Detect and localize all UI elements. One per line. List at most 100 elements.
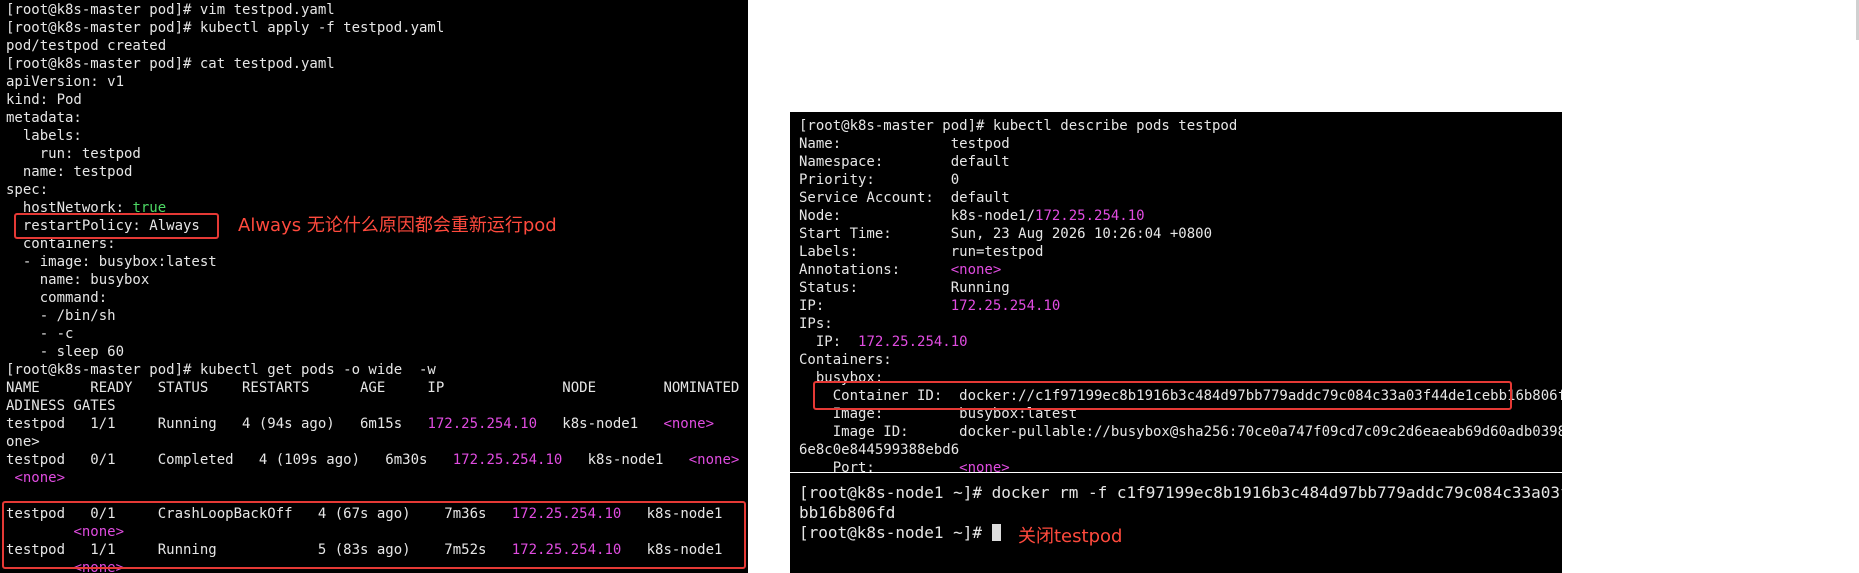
terminal-text: [root@k8s-node1 ~]# docker rm -f c1f9719…: [799, 483, 1562, 502]
terminal-line: metadata:: [6, 109, 748, 127]
terminal-line: Node: k8s-node1/172.25.254.10: [799, 207, 1562, 225]
terminal-text: IP:: [799, 298, 951, 314]
terminal-text: testpod 0/1 Completed 4 (109s ago) 6m30s: [6, 452, 453, 468]
terminal-text: apiVersion: v1: [6, 74, 125, 90]
terminal-line: run: testpod: [6, 145, 748, 163]
terminal-text: bb16b806fd: [799, 503, 896, 522]
terminal-text: Service Account: default: [799, 190, 1010, 206]
terminal-line: kind: Pod: [6, 91, 748, 109]
terminal-text: IPs:: [799, 316, 833, 332]
terminal-line: - -c: [6, 325, 748, 343]
describe-terminal[interactable]: [root@k8s-master pod]# kubectl describe …: [790, 112, 1562, 472]
terminal-text: [root@k8s-master pod]# vim testpod.yaml: [6, 2, 335, 18]
terminal-line: IP: 172.25.254.10: [799, 333, 1562, 351]
terminal-line: spec:: [6, 181, 748, 199]
ip-address: 172.25.254.10: [427, 416, 538, 432]
terminal-text: [root@k8s-node1 ~]#: [799, 523, 992, 542]
terminal-line: [root@k8s-node1 ~]#: [799, 523, 1562, 543]
terminal-line: IP: 172.25.254.10: [799, 297, 1562, 315]
terminal-text: Name: testpod: [799, 136, 1010, 152]
terminal-line: [root@k8s-master pod]# vim testpod.yaml: [6, 1, 748, 19]
terminal-line: Name: testpod: [799, 135, 1562, 153]
terminal-text: pod/testpod created: [6, 38, 167, 54]
terminal-line: Image ID: docker-pullable://busybox@sha2…: [799, 423, 1562, 441]
terminal-line: Status: Running: [799, 279, 1562, 297]
terminal-text: IP:: [799, 334, 859, 350]
terminal-line: Labels: run=testpod: [799, 243, 1562, 261]
crashloop-rows-highlight: [2, 501, 746, 569]
terminal-text: [root@k8s-master pod]# kubectl describe …: [799, 118, 1238, 134]
terminal-line: Start Time: Sun, 23 Aug 2026 10:26:04 +0…: [799, 225, 1562, 243]
terminal-line: Annotations: <none>: [799, 261, 1562, 279]
terminal-text: Namespace: default: [799, 154, 1010, 170]
terminal-line: - image: busybox:latest: [6, 253, 748, 271]
terminal-text: k8s-node1: [537, 416, 664, 432]
terminal-line: 6e8c0e844599388ebd6: [799, 441, 1562, 459]
terminal-line: <none>: [6, 469, 748, 487]
terminal-text: Annotations:: [799, 262, 951, 278]
terminal-text: - /bin/sh: [6, 308, 116, 324]
terminal-line: one>: [6, 433, 748, 451]
terminal-line: NAME READY STATUS RESTARTS AGE IP NODE N…: [6, 379, 748, 397]
terminal-text: run: testpod: [6, 146, 141, 162]
terminal-text: labels:: [6, 128, 82, 144]
terminal-text: spec:: [6, 182, 49, 198]
terminal-text: one>: [6, 434, 40, 450]
terminal-line: name: testpod: [6, 163, 748, 181]
terminal-line: pod/testpod created: [6, 37, 748, 55]
ip-address: 172.25.254.10: [1035, 208, 1145, 224]
terminal-line: Namespace: default: [799, 153, 1562, 171]
terminal-text: Status: Running: [799, 280, 1010, 296]
left-terminal-output: [root@k8s-master pod]# vim testpod.yaml […: [6, 1, 748, 573]
terminal-line: [root@k8s-node1 ~]# docker rm -f c1f9719…: [799, 483, 1562, 503]
terminal-line: Priority: 0: [799, 171, 1562, 189]
terminal-line: labels:: [6, 127, 748, 145]
terminal-line: Port: <none>: [799, 459, 1562, 472]
terminal-line: [root@k8s-master pod]# kubectl get pods …: [6, 361, 748, 379]
terminal-line: Service Account: default: [799, 189, 1562, 207]
ip-address: 172.25.254.10: [452, 452, 563, 468]
terminal-text: - sleep 60: [6, 344, 125, 360]
terminal-text: Labels: run=testpod: [799, 244, 1044, 260]
terminal-text: Start Time: Sun, 23 Aug 2026 10:26:04 +0…: [799, 226, 1213, 242]
close-annotation: 关闭testpod: [1018, 526, 1123, 547]
terminal-line: testpod 0/1 Completed 4 (109s ago) 6m30s…: [6, 451, 748, 469]
node-terminal[interactable]: [root@k8s-node1 ~]# docker rm -f c1f9719…: [790, 473, 1562, 573]
always-annotation: Always 无论什么原因都会重新运行pod: [238, 215, 557, 236]
terminal-line: bb16b806fd: [799, 503, 1562, 523]
terminal-line: apiVersion: v1: [6, 73, 748, 91]
terminal-line: [root@k8s-master pod]# cat testpod.yaml: [6, 55, 748, 73]
terminal-text: - image: busybox:latest: [6, 254, 217, 270]
terminal-text: [root@k8s-master pod]# kubectl apply -f …: [6, 20, 445, 36]
none-value: <none>: [688, 452, 740, 468]
terminal-text: NAME READY STATUS RESTARTS AGE IP NODE N…: [6, 380, 748, 396]
terminal-line: - /bin/sh: [6, 307, 748, 325]
terminal-text: Image ID: docker-pullable://busybox@sha2…: [799, 424, 1562, 440]
terminal-text: <n: [714, 416, 748, 432]
container-id-highlight: [813, 381, 1512, 410]
terminal-line: testpod 1/1 Running 4 (94s ago) 6m15s 17…: [6, 415, 748, 433]
terminal-text: kind: Pod: [6, 92, 82, 108]
ip-address: 172.25.254.10: [950, 298, 1061, 314]
terminal-text: [root@k8s-master pod]# kubectl get pods …: [6, 362, 436, 378]
terminal-text: Node: k8s-node1/: [799, 208, 1036, 224]
terminal-text: k8s-node1: [562, 452, 689, 468]
terminal-text: ADINESS GATES: [6, 398, 116, 414]
none-value: <none>: [663, 416, 715, 432]
terminal-line: Containers:: [799, 351, 1562, 369]
terminal-line: - sleep 60: [6, 343, 748, 361]
ip-address: 172.25.254.10: [858, 334, 968, 350]
none-value: <none>: [950, 262, 1002, 278]
left-terminal[interactable]: [root@k8s-master pod]# vim testpod.yaml […: [0, 0, 748, 573]
terminal-text: Port:: [799, 460, 960, 472]
none-value: <none>: [959, 460, 1010, 472]
restart-policy-highlight: [14, 213, 219, 239]
terminal-line: ADINESS GATES: [6, 397, 748, 415]
describe-terminal-output: [root@k8s-master pod]# kubectl describe …: [799, 117, 1562, 472]
terminal-text: Containers:: [799, 352, 892, 368]
terminal-text: - -c: [6, 326, 74, 342]
node-terminal-output: [root@k8s-node1 ~]# docker rm -f c1f9719…: [799, 483, 1562, 543]
terminal-text: testpod 1/1 Running 4 (94s ago) 6m15s: [6, 416, 428, 432]
terminal-text: command:: [6, 290, 108, 306]
terminal-line: command:: [6, 289, 748, 307]
